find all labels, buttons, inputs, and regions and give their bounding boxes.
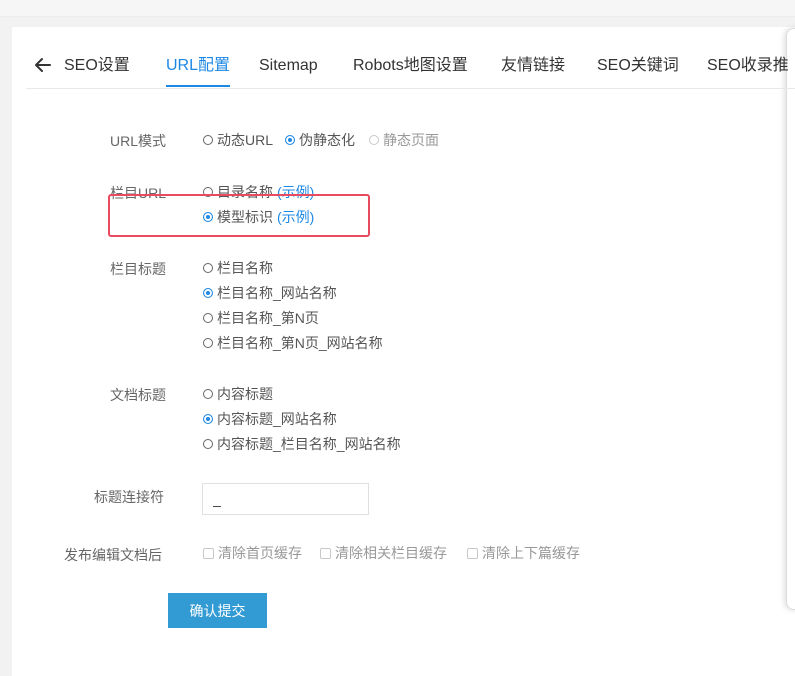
- radio-selected-icon: [203, 288, 213, 298]
- url-mode-static-radio: 静态页面: [369, 130, 439, 150]
- radio-icon: [203, 389, 213, 399]
- checkbox-icon: [467, 547, 478, 559]
- column-title-option[interactable]: 栏目名称_网站名称: [203, 283, 337, 303]
- radio-selected-icon: [285, 135, 295, 145]
- checkbox-icon: [320, 547, 331, 559]
- column-title-option[interactable]: 栏目名称_第N页: [203, 308, 319, 328]
- tab-url-config[interactable]: URL配置: [146, 55, 250, 87]
- column-title-option[interactable]: 栏目名称: [203, 258, 273, 278]
- tab-robots[interactable]: Robots地图设置: [353, 55, 468, 87]
- radio-icon: [203, 135, 213, 145]
- top-bar: [0, 0, 795, 17]
- tab-friend-links[interactable]: 友情链接: [501, 55, 565, 87]
- side-panel-edge[interactable]: [786, 28, 795, 610]
- tab-seo-index-push[interactable]: SEO收录推: [707, 55, 789, 87]
- submit-button[interactable]: 确认提交: [168, 593, 267, 628]
- radio-disabled-icon: [369, 135, 379, 145]
- column-title-option[interactable]: 栏目名称_第N页_网站名称: [203, 333, 383, 353]
- url-mode-pseudo-static-radio[interactable]: 伪静态化: [285, 130, 355, 150]
- url-mode-label: URL模式: [110, 133, 167, 149]
- doc-title-option[interactable]: 内容标题_栏目名称_网站名称: [203, 434, 401, 454]
- tab-sitemap[interactable]: Sitemap: [259, 55, 318, 87]
- after-publish-label: 发布编辑文档后: [64, 547, 162, 563]
- title-connector-label: 标题连接符: [94, 489, 164, 505]
- doc-title-label: 文档标题: [110, 387, 166, 403]
- tab-seo-keywords[interactable]: SEO关键词: [597, 55, 679, 87]
- doc-title-option[interactable]: 内容标题_网站名称: [203, 409, 337, 429]
- radio-selected-icon: [203, 414, 213, 424]
- title-connector-input[interactable]: [202, 483, 369, 515]
- checkbox-icon: [203, 547, 214, 559]
- url-mode-dynamic-radio[interactable]: 动态URL: [203, 130, 273, 150]
- radio-icon: [203, 439, 213, 449]
- highlight-box: [108, 194, 370, 237]
- arrow-left-icon[interactable]: [32, 54, 54, 76]
- tab-seo-settings[interactable]: SEO设置: [64, 55, 130, 87]
- column-title-label: 栏目标题: [110, 261, 166, 277]
- radio-icon: [203, 338, 213, 348]
- radio-icon: [203, 313, 213, 323]
- clear-home-cache-checkbox[interactable]: 清除首页缓存: [203, 543, 302, 563]
- content-card: [12, 27, 795, 676]
- clear-adjacent-cache-checkbox[interactable]: 清除上下篇缓存: [467, 543, 580, 563]
- clear-column-cache-checkbox[interactable]: 清除相关栏目缓存: [320, 543, 447, 563]
- radio-icon: [203, 263, 213, 273]
- doc-title-option[interactable]: 内容标题: [203, 384, 273, 404]
